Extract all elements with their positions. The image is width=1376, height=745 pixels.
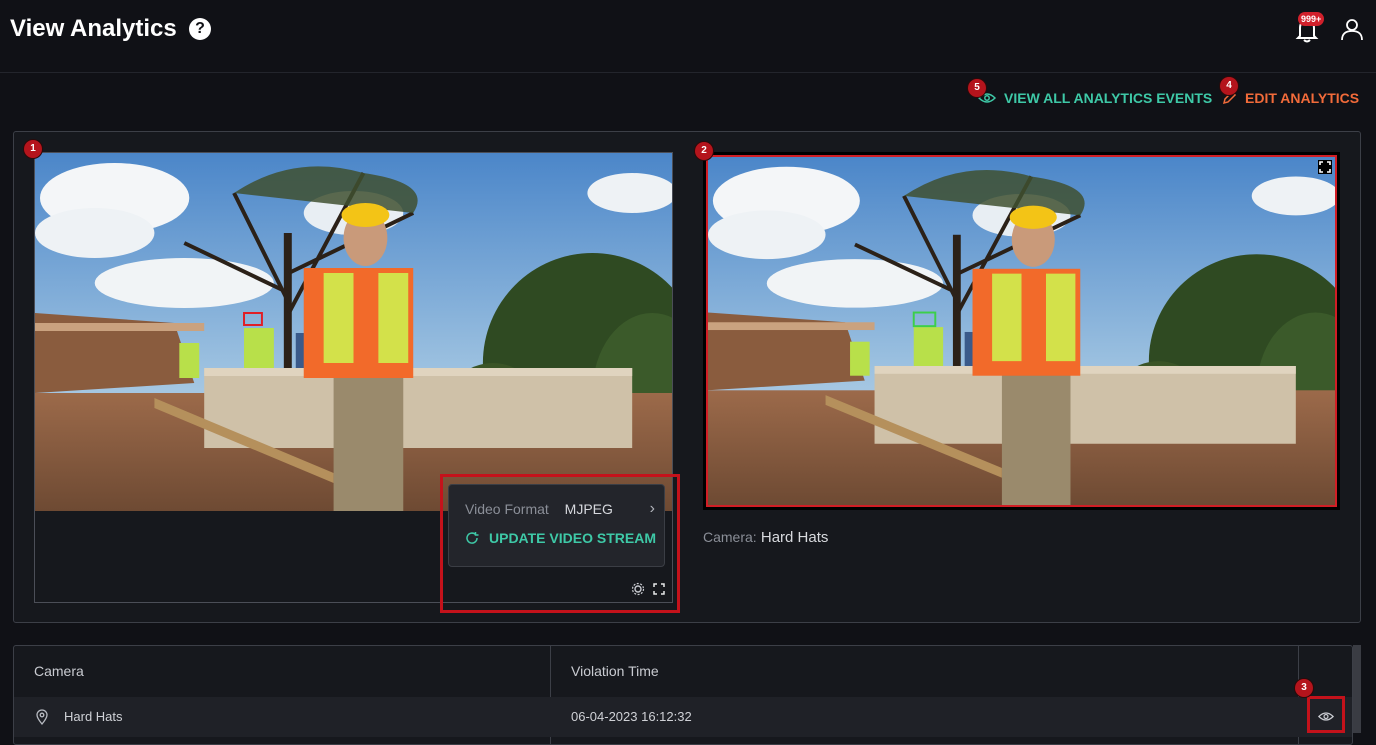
- step-marker: 5: [968, 79, 986, 97]
- view-all-events-link-wrap: VIEW ALL ANALYTICS EVENTS: [978, 90, 1212, 106]
- events-table: Camera Violation Time Hard Hats 06-04-20…: [13, 645, 1353, 745]
- notification-badge: 999+: [1298, 12, 1325, 26]
- edit-analytics-link[interactable]: EDIT ANALYTICS: [1221, 90, 1359, 106]
- column-header-violation-time[interactable]: Violation Time: [571, 646, 659, 696]
- camera-caption-value: Hard Hats: [760, 529, 829, 546]
- eye-highlight-box: [1307, 696, 1345, 733]
- snapshot-image: [708, 157, 1335, 505]
- page-title: View Analytics: [10, 15, 177, 42]
- table-row[interactable]: Hard Hats 06-04-2023 16:12:32: [14, 697, 1352, 737]
- step-marker: 2: [695, 142, 713, 160]
- help-icon[interactable]: ?: [189, 18, 211, 40]
- view-all-events-link[interactable]: VIEW ALL ANALYTICS EVENTS: [978, 90, 1212, 106]
- live-video-frame: [35, 153, 672, 511]
- user-icon[interactable]: [1340, 17, 1364, 41]
- settings-highlight-box: [440, 474, 680, 613]
- top-bar: View Analytics ? 999+: [0, 0, 1376, 73]
- view-all-events-label: VIEW ALL ANALYTICS EVENTS: [1004, 90, 1213, 106]
- expand-icon[interactable]: [1318, 160, 1332, 174]
- column-header-camera[interactable]: Camera: [34, 646, 84, 696]
- edit-analytics-label: EDIT ANALYTICS: [1245, 90, 1360, 106]
- camera-caption-label: Camera:: [703, 529, 757, 545]
- step-marker: 3: [1295, 679, 1313, 697]
- table-scrollbar[interactable]: [1353, 645, 1361, 733]
- snapshot-video-player[interactable]: [703, 152, 1340, 510]
- cell-violation-time: 06-04-2023 16:12:32: [571, 709, 692, 724]
- camera-caption: Camera: Hard Hats: [703, 529, 828, 546]
- step-marker: 1: [24, 140, 42, 158]
- cell-camera: Hard Hats: [64, 709, 123, 724]
- edit-analytics-link-wrap: EDIT ANALYTICS: [1221, 90, 1359, 106]
- snapshot-frame: [706, 155, 1337, 507]
- step-marker: 4: [1220, 77, 1238, 95]
- location-pin-icon: [36, 709, 48, 725]
